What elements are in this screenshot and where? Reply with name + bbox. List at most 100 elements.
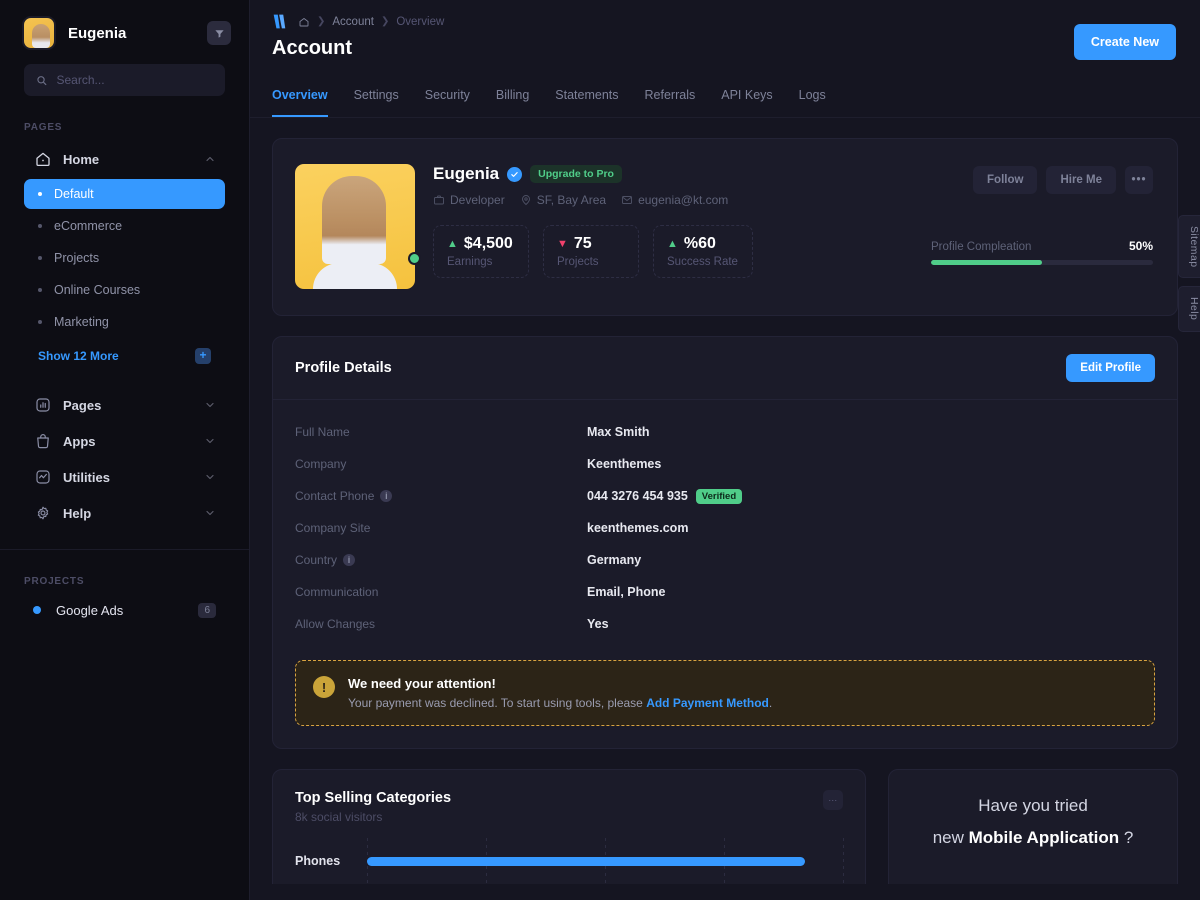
sidebar-item-google-ads-label: Google Ads	[56, 603, 123, 618]
field-value-text: Germany	[587, 553, 641, 567]
online-status-indicator	[408, 252, 421, 265]
breadcrumb-item-account[interactable]: Account	[332, 16, 374, 28]
ellipsis-icon[interactable]: ⋯	[823, 790, 843, 810]
sidebar-item-projects[interactable]: Projects	[24, 243, 225, 273]
briefcase-icon	[433, 194, 445, 206]
chart-subtitle: 8k social visitors	[295, 810, 451, 824]
home-icon[interactable]	[298, 16, 310, 28]
field-value: Email, Phone	[587, 585, 666, 599]
rail-tab-sitemap[interactable]: Sitemap	[1178, 215, 1200, 278]
profile-avatar[interactable]	[295, 164, 415, 289]
sidebar-item-google-ads[interactable]: Google Ads 6	[24, 595, 225, 625]
meta-email-label: eugenia@kt.com	[638, 193, 728, 207]
field-value-text[interactable]: keenthemes.com	[587, 521, 688, 535]
info-icon[interactable]: i	[380, 490, 392, 502]
chevron-down-icon	[204, 507, 216, 519]
show-more-link[interactable]: Show 12 More	[38, 349, 119, 363]
field-label-text: Company Site	[295, 521, 370, 535]
stat-earnings-value: $4,500	[464, 235, 513, 253]
app-root: Eugenia PAGES Home Default	[0, 0, 1200, 900]
tab-referrals[interactable]: Referrals	[645, 78, 696, 117]
alert-content: We need your attention! Your payment was…	[348, 676, 772, 710]
sidebar-item-apps[interactable]: Apps	[24, 423, 225, 459]
chevron-up-icon	[204, 153, 216, 165]
field-value-text: 044 3276 454 935	[587, 489, 688, 503]
stat-success-rate-value: %60	[684, 235, 716, 253]
content-scroll[interactable]: Eugenia Upgrade to Pro Developer	[250, 118, 1200, 884]
sidebar-item-help[interactable]: Help	[24, 495, 225, 531]
tab-overview[interactable]: Overview	[272, 78, 328, 117]
edit-profile-button[interactable]: Edit Profile	[1066, 354, 1155, 382]
sidebar-item-home-label: Home	[63, 152, 193, 167]
sidebar-item-online-courses[interactable]: Online Courses	[24, 275, 225, 305]
topbar-left: ❯ Account ❯ Overview Account	[272, 14, 444, 60]
field-label: Full Name	[295, 425, 587, 439]
meta-location: SF, Bay Area	[520, 193, 606, 207]
tab-logs[interactable]: Logs	[799, 78, 826, 117]
tab-billing[interactable]: Billing	[496, 78, 529, 117]
brand-logo-icon	[272, 14, 289, 29]
profile-meta-row: Developer SF, Bay Area eugenia@kt.com	[433, 193, 923, 207]
sidebar-item-help-label: Help	[63, 506, 193, 521]
meta-role: Developer	[433, 193, 505, 207]
verified-badge-icon	[507, 167, 522, 182]
profile-name: Eugenia	[433, 164, 499, 184]
promo-line-2-bold: Mobile Application	[969, 828, 1119, 847]
more-options-button[interactable]: •••	[1125, 166, 1153, 194]
sidebar-item-marketing[interactable]: Marketing	[24, 307, 225, 337]
chevron-down-icon	[204, 399, 216, 411]
sidebar-item-home[interactable]: Home	[24, 141, 225, 177]
sidebar-item-projects-label: Projects	[54, 251, 99, 265]
field-value: Germany	[587, 553, 641, 567]
sidebar-item-default[interactable]: Default	[24, 179, 225, 209]
stat-projects-value: 75	[574, 235, 592, 253]
illustration-person	[919, 873, 1139, 884]
arrow-down-icon: ▼	[557, 238, 568, 250]
profile-details-header: Profile Details Edit Profile	[273, 337, 1177, 400]
chart-bar-phones[interactable]	[367, 857, 805, 866]
chevron-down-icon	[204, 471, 216, 483]
tab-api-keys[interactable]: API Keys	[721, 78, 772, 117]
filter-icon[interactable]	[207, 21, 231, 45]
sidebar-item-ecommerce[interactable]: eCommerce	[24, 211, 225, 241]
tab-security[interactable]: Security	[425, 78, 470, 117]
stat-success-rate-top: ▲ %60	[667, 235, 738, 253]
field-label-text: Full Name	[295, 425, 350, 439]
arrow-up-icon: ▲	[667, 238, 678, 250]
search-box[interactable]	[24, 64, 225, 96]
avatar[interactable]	[22, 16, 56, 50]
field-label-text: Contact Phone	[295, 489, 374, 503]
bullet-icon	[38, 192, 42, 196]
tab-statements[interactable]: Statements	[555, 78, 618, 117]
table-row: Communication Email, Phone	[295, 576, 1155, 608]
table-row: Contact Phone i 044 3276 454 935 Verifie…	[295, 480, 1155, 512]
sidebar-item-utilities[interactable]: Utilities	[24, 459, 225, 495]
page-title: Account	[272, 37, 444, 60]
stat-success-rate: ▲ %60 Success Rate	[653, 225, 753, 278]
field-label: Allow Changes	[295, 617, 587, 631]
tab-settings[interactable]: Settings	[354, 78, 399, 117]
profile-info: Eugenia Upgrade to Pro Developer	[415, 164, 923, 289]
sidebar-item-pages-label: Pages	[63, 398, 193, 413]
follow-button[interactable]: Follow	[973, 166, 1037, 194]
sidebar-item-pages[interactable]: Pages	[24, 387, 225, 423]
alert-text-after: .	[769, 696, 772, 710]
arrow-up-icon: ▲	[447, 238, 458, 250]
rail-tab-help[interactable]: Help	[1178, 286, 1200, 331]
stat-success-rate-label: Success Rate	[667, 256, 738, 268]
search-input[interactable]	[57, 73, 214, 87]
plus-icon[interactable]: +	[195, 348, 211, 364]
sidebar-item-online-courses-label: Online Courses	[54, 283, 140, 297]
chart-bar-row: Laptops	[367, 876, 843, 884]
upgrade-to-pro-badge[interactable]: Upgrade to Pro	[530, 165, 622, 183]
add-payment-method-link[interactable]: Add Payment Method	[646, 696, 769, 710]
hire-me-button[interactable]: Hire Me	[1046, 166, 1116, 194]
info-icon[interactable]: i	[343, 554, 355, 566]
meta-email[interactable]: eugenia@kt.com	[621, 193, 728, 207]
pulse-box-icon	[33, 468, 52, 487]
create-new-button[interactable]: Create New	[1074, 24, 1176, 60]
breadcrumb-item-overview: Overview	[396, 16, 444, 28]
stat-earnings: ▲ $4,500 Earnings	[433, 225, 529, 278]
profile-name-row: Eugenia Upgrade to Pro	[433, 164, 923, 184]
chart-header: Top Selling Categories 8k social visitor…	[295, 790, 843, 824]
